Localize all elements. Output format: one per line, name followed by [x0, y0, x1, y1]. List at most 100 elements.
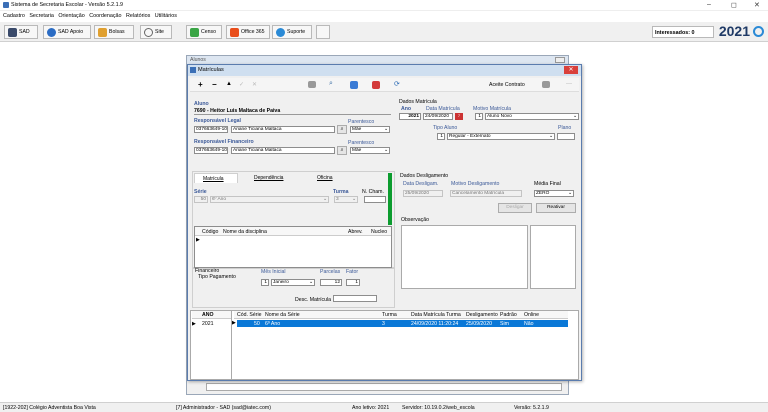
sad-icon [8, 27, 17, 37]
plano-field[interactable] [557, 133, 575, 140]
data-matricula-field[interactable]: 24/09/2020 [423, 113, 453, 120]
calendar-icon[interactable] [350, 81, 358, 89]
motivo-matricula-label: Motivo Matrícula [473, 106, 512, 112]
turma-select[interactable]: 3 ⌄ [334, 196, 358, 203]
minus-icon[interactable]: — [566, 81, 572, 87]
add-icon[interactable]: + [198, 80, 203, 89]
search-icon[interactable]: ⌕ [329, 80, 333, 88]
menu-orientacao[interactable]: Orientação [58, 13, 84, 19]
mes-inicial-select[interactable]: Janeiro ⌄ [271, 279, 315, 286]
motivo-matricula-value: Aluno Novo [487, 114, 512, 119]
print-icon[interactable] [308, 81, 316, 88]
resp-fin-name-field[interactable]: Ariane Ticiana Maltaca [231, 147, 335, 154]
up-icon[interactable]: ▲ [226, 81, 232, 87]
alunos-close-icon[interactable] [555, 57, 565, 63]
remove-icon[interactable]: − [212, 80, 217, 89]
check-icon[interactable]: ✓ [239, 81, 244, 88]
ano-field[interactable]: 2021 [399, 113, 421, 120]
row-pointer-icon: ▶ [192, 321, 196, 327]
disciplinas-grid[interactable]: Código Nome da disciplina Abrev. Nucleo … [194, 226, 392, 268]
toolbar-extra-button[interactable] [316, 25, 330, 39]
row-turma: 3 [382, 321, 385, 327]
resp-fin-cpf-field[interactable]: 037663649-10 [194, 147, 228, 154]
tab-oficina[interactable]: Oficina [317, 175, 333, 181]
tipo-aluno-select[interactable]: Regular - Externato ⌄ [447, 133, 555, 140]
turma-label: Turma [333, 189, 349, 195]
motivo-num-field[interactable]: 1 [475, 113, 483, 120]
ano-header: ANO [192, 311, 231, 319]
print-contract-icon[interactable] [542, 81, 550, 88]
menu-secretaria[interactable]: Secretaria [29, 13, 54, 19]
serie-select[interactable]: 6º Ano ⌄ [210, 196, 329, 203]
desligamento-label: Dados Desligamento [400, 173, 449, 179]
sad-label: SAD [19, 29, 30, 35]
ano-row-value[interactable]: 2021 [202, 321, 214, 327]
desc-matricula-field[interactable] [333, 295, 377, 302]
parentesco-fin-select[interactable]: Mãe ⌄ [350, 147, 390, 154]
chevron-down-icon: ⌄ [383, 127, 388, 132]
parentesco-legal-label: Parentesco [348, 119, 375, 125]
menu-relatorios[interactable]: Relatórios [126, 13, 150, 19]
suporte-button[interactable]: Suporte [272, 25, 312, 39]
site-button[interactable]: Site [140, 25, 172, 39]
data-desligamento-field[interactable]: 25/09/2020 [403, 190, 443, 197]
col-cod-serie: Cód. Série [237, 312, 262, 318]
ano-label: Ano [401, 106, 412, 112]
menu-cadastro[interactable]: Cadastro [3, 13, 25, 19]
parcelas-field[interactable]: 12 [320, 279, 342, 286]
chevron-down-icon: ⌄ [548, 134, 553, 139]
office365-button[interactable]: Office 365 [226, 25, 270, 39]
close-button[interactable]: ✕ [754, 1, 760, 9]
row-data-matricula: 24/09/2020 11:20:24 [411, 321, 459, 327]
matriculas-close-button[interactable]: ✕ [564, 66, 578, 74]
censo-button[interactable]: Censo [186, 25, 222, 39]
fator-field[interactable]: 1 [346, 279, 360, 286]
tipo-aluno-value: Regular - Externato [449, 134, 491, 139]
row-pointer-icon: ▶ [196, 237, 200, 243]
parentesco-legal-select[interactable]: Mãe ⌄ [350, 126, 390, 133]
maximize-button[interactable]: ◻ [731, 1, 737, 9]
row-online: Não [524, 321, 534, 327]
bolsas-button[interactable]: Bolsas [94, 25, 134, 39]
reativar-button[interactable]: Reativar [536, 203, 576, 213]
nchamada-field[interactable] [364, 196, 386, 203]
desligar-button[interactable]: Desligar [498, 203, 532, 213]
observacao-textarea[interactable] [401, 225, 528, 289]
resp-fin-search-button[interactable]: ⌕ [337, 146, 347, 155]
site-label: Site [155, 29, 164, 35]
cancel-icon[interactable]: ✕ [252, 81, 257, 88]
media-final-select[interactable]: ZERO ⌄ [534, 190, 574, 197]
historico-row[interactable]: 50 6º Ano 3 24/09/2020 11:20:24 25/09/20… [237, 320, 568, 327]
refresh-record-icon[interactable]: ⟳ [394, 80, 400, 88]
minimize-button[interactable]: – [707, 1, 711, 8]
tab-matricula[interactable]: Matrícula [194, 173, 238, 183]
sad-button[interactable]: SAD [4, 25, 38, 39]
menu-coordenacao[interactable]: Coordenação [89, 13, 121, 19]
app-title: Sistema de Secretaria Escolar - Versão 5… [11, 2, 124, 8]
observacao-label: Observação [401, 217, 429, 223]
tab-dependencia[interactable]: Dependência [254, 175, 283, 181]
resp-legal-search-button[interactable]: ⌕ [337, 125, 347, 134]
menu-bar: Cadastro Secretaria Orientação Coordenaç… [0, 12, 768, 21]
motivo-desligamento-field[interactable]: Cancelamento Matrícula [450, 190, 522, 197]
resp-legal-cpf-field[interactable]: 037663649-10 [194, 126, 228, 133]
parcelas-label: Parcelas [320, 269, 341, 275]
serie-num-field[interactable]: 50 [194, 196, 208, 203]
media-final-value: ZERO [536, 191, 550, 196]
support-icon [276, 27, 285, 37]
menu-utilitarios[interactable]: Utilitários [155, 13, 177, 19]
col-data-matricula: Data Matrícula [411, 312, 445, 318]
resp-legal-name-field[interactable]: Ariane Ticiana Maltaca [231, 126, 335, 133]
sad-apoio-button[interactable]: SAD Apoio [43, 25, 91, 39]
plano-label: Plano [558, 125, 572, 131]
refresh-icon[interactable] [753, 26, 764, 37]
mes-num-field[interactable]: 1 [261, 279, 269, 286]
aceite-contrato-label[interactable]: Aceite Contrato [489, 82, 525, 88]
calendar-icon[interactable]: 7 [455, 113, 463, 120]
motivo-matricula-select[interactable]: Aluno Novo ⌄ [485, 113, 579, 120]
col-online: Online [524, 312, 539, 318]
bolsas-label: Bolsas [109, 29, 125, 35]
delete-icon[interactable] [372, 81, 380, 89]
chevron-down-icon: ⌄ [383, 148, 388, 153]
tipo-num-field[interactable]: 1 [437, 133, 445, 140]
